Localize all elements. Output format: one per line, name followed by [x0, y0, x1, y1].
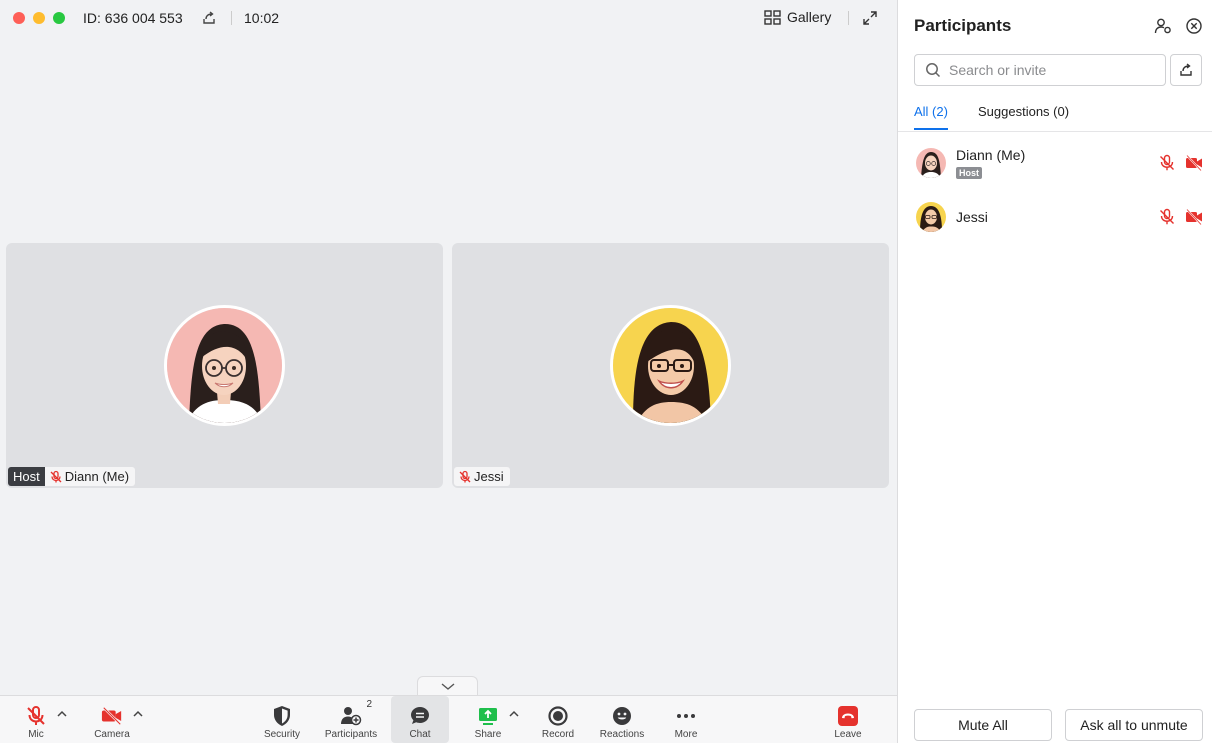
search-icon — [926, 63, 941, 78]
security-label: Security — [263, 729, 301, 740]
participants-panel: Participants All (2) Suggestions (0) — [897, 0, 1212, 743]
gallery-view-button[interactable]: Gallery — [764, 9, 831, 25]
meeting-id: ID: 636 004 553 — [83, 10, 183, 26]
participant-name-tag: Jessi — [454, 467, 510, 486]
share-label: Share — [474, 729, 502, 740]
record-button[interactable]: Record — [536, 696, 580, 743]
participant-row[interactable]: Jessi — [898, 193, 1212, 243]
shield-icon — [271, 705, 293, 727]
muted-mic-icon — [25, 705, 47, 727]
participant-name: Jessi — [474, 469, 504, 484]
camera-button[interactable]: Camera — [92, 696, 132, 743]
leave-phone-icon — [837, 705, 859, 727]
share-invite-icon — [1180, 63, 1192, 76]
participants-button[interactable]: 2 Participants — [320, 696, 382, 743]
divider — [231, 11, 232, 25]
share-button[interactable]: Share — [470, 696, 506, 743]
tile-name-label: Host Diann (Me) — [8, 467, 136, 486]
more-label: More — [674, 729, 698, 740]
tile-name-label: Jessi — [454, 467, 510, 486]
camera-options-caret-icon[interactable] — [132, 708, 144, 720]
host-tag: Host — [8, 467, 45, 486]
close-icon[interactable] — [1185, 17, 1203, 35]
leave-label: Leave — [834, 729, 862, 740]
participant-settings-icon[interactable] — [1154, 17, 1172, 35]
window-minimize-button[interactable] — [33, 12, 45, 24]
participant-name: Diann (Me) — [64, 469, 130, 484]
record-label: Record — [541, 729, 575, 740]
more-dots-icon — [675, 705, 697, 727]
avatar — [916, 202, 946, 232]
participant-photo — [167, 308, 282, 423]
mic-button[interactable]: Mic — [18, 696, 54, 743]
leave-button[interactable]: Leave — [830, 696, 866, 743]
mute-all-button[interactable]: Mute All — [914, 709, 1052, 741]
chat-label: Chat — [409, 729, 431, 740]
avatar — [610, 305, 731, 426]
participants-icon: 2 — [340, 699, 372, 727]
meeting-timer: 10:02 — [244, 10, 280, 26]
camera-off-icon[interactable] — [1185, 154, 1203, 172]
meeting-toolbar: Mic Camera Security 2 Participants Chat … — [0, 695, 897, 743]
participant-name: Diann (Me) — [956, 147, 1026, 163]
window-maximize-button[interactable] — [53, 12, 65, 24]
participant-photo — [613, 308, 728, 423]
chat-button[interactable]: Chat — [391, 696, 449, 743]
search-field[interactable] — [914, 54, 1166, 86]
divider — [848, 11, 849, 25]
muted-mic-icon[interactable] — [1158, 154, 1176, 172]
meeting-top-bar: ID: 636 004 553 10:02 Gallery — [0, 0, 897, 36]
tab-suggestions[interactable]: Suggestions (0) — [978, 104, 1069, 128]
video-tile-diann[interactable]: Host Diann (Me) — [6, 243, 443, 488]
participants-count-badge: 2 — [366, 699, 372, 710]
reactions-button[interactable]: Reactions — [596, 696, 648, 743]
gallery-view-label: Gallery — [787, 9, 832, 25]
muted-mic-icon[interactable] — [1158, 208, 1176, 226]
panel-title: Participants — [914, 16, 1012, 35]
record-icon — [547, 705, 569, 727]
participant-name-tag: Diann (Me) — [44, 467, 136, 486]
gallery-grid-icon — [764, 9, 781, 25]
camera-off-icon — [101, 705, 123, 727]
chevron-down-icon — [441, 682, 454, 690]
mic-label: Mic — [28, 729, 44, 740]
search-input[interactable] — [949, 62, 1149, 78]
fullscreen-icon[interactable] — [862, 10, 878, 26]
reactions-label: Reactions — [599, 729, 645, 740]
muted-mic-icon — [50, 470, 62, 482]
ask-all-unmute-button[interactable]: Ask all to unmute — [1065, 709, 1203, 741]
muted-mic-icon — [459, 470, 471, 482]
video-tile-jessi[interactable]: Jessi — [452, 243, 889, 488]
chat-icon — [409, 705, 431, 727]
participant-row[interactable]: Diann (Me) Host — [898, 139, 1212, 189]
share-meeting-icon[interactable] — [201, 10, 217, 26]
avatar — [916, 148, 946, 178]
tab-all[interactable]: All (2) — [914, 104, 948, 130]
participants-label: Participants — [324, 729, 378, 740]
mic-options-caret-icon[interactable] — [56, 708, 68, 720]
meeting-area: ID: 636 004 553 10:02 Gallery Host Diann… — [0, 0, 897, 743]
window-close-button[interactable] — [13, 12, 25, 24]
share-screen-icon — [477, 705, 499, 727]
window-controls — [13, 12, 65, 24]
more-button[interactable]: More — [668, 696, 704, 743]
participant-name: Jessi — [956, 209, 988, 225]
camera-off-icon[interactable] — [1185, 208, 1203, 226]
invite-button[interactable] — [1170, 54, 1202, 86]
security-button[interactable]: Security — [260, 696, 304, 743]
share-options-caret-icon[interactable] — [508, 708, 520, 720]
smiley-icon — [611, 705, 633, 727]
hide-toolbar-button[interactable] — [417, 676, 478, 696]
avatar — [164, 305, 285, 426]
host-badge: Host — [956, 167, 982, 179]
camera-label: Camera — [94, 729, 130, 740]
participant-tabs: All (2) Suggestions (0) — [898, 100, 1212, 132]
